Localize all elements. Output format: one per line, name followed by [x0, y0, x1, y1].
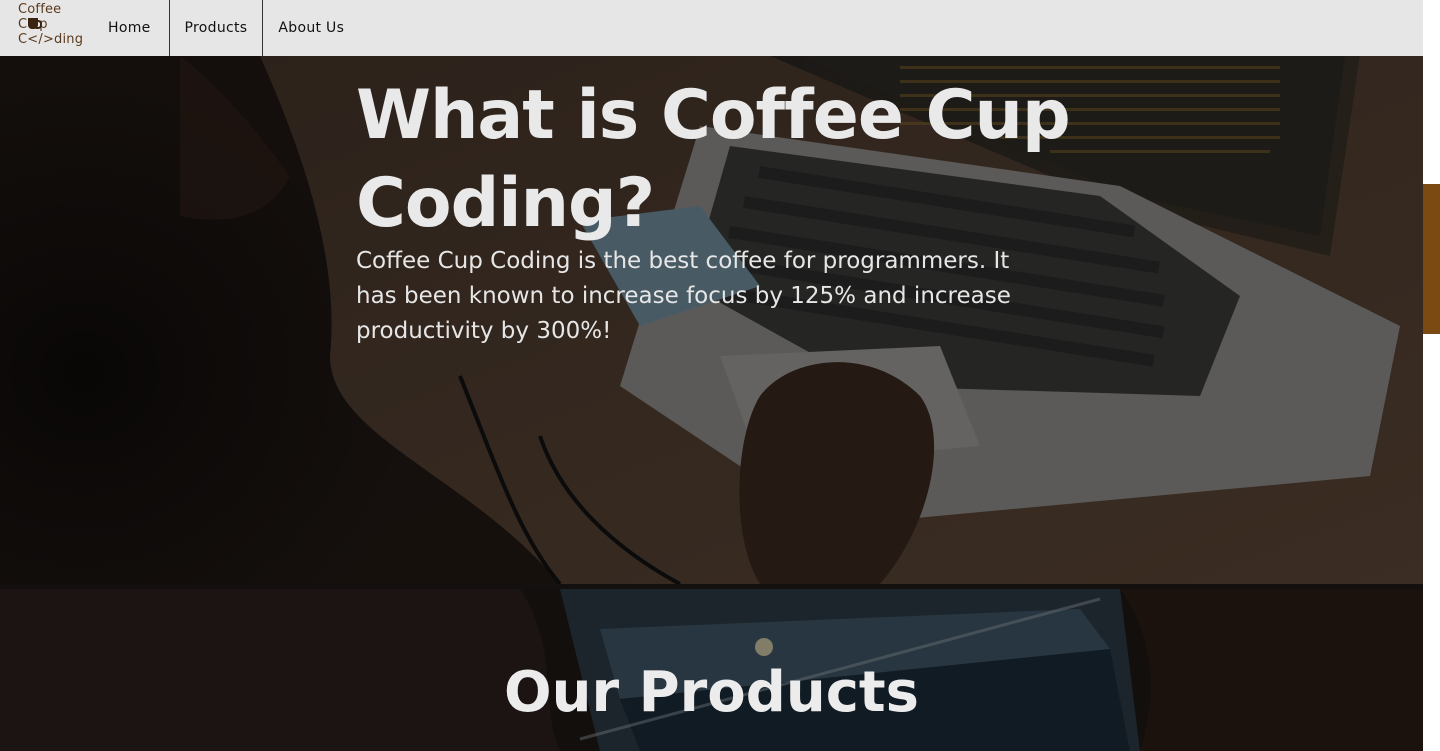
- page-scrollbar-track[interactable]: [1423, 0, 1440, 751]
- logo-line-1: Coffee: [18, 2, 62, 17]
- nav-link-about-us[interactable]: About Us: [263, 0, 359, 56]
- hero-title: What is Coffee Cup Coding?: [356, 76, 1071, 243]
- coffee-cup-icon: [28, 18, 43, 29]
- nav-link-products[interactable]: Products: [170, 0, 264, 56]
- hero-description: Coffee Cup Coding is the best coffee for…: [356, 248, 1011, 344]
- logo-line-3: C</>ding: [18, 32, 84, 47]
- hero-section: What is Coffee Cup Coding? Coffee Cup Co…: [0, 56, 1423, 584]
- top-navbar: Coffee Cp C</>ding Home Products About U…: [0, 0, 1423, 56]
- nav-link-home[interactable]: Home: [96, 0, 170, 56]
- page-scrollbar-thumb[interactable]: [1423, 184, 1440, 334]
- logo-line-2: Cp: [18, 17, 48, 32]
- site-logo[interactable]: Coffee Cp C</>ding: [0, 0, 96, 56]
- products-title: Our Products: [504, 660, 919, 725]
- products-section: Our Products: [0, 589, 1423, 751]
